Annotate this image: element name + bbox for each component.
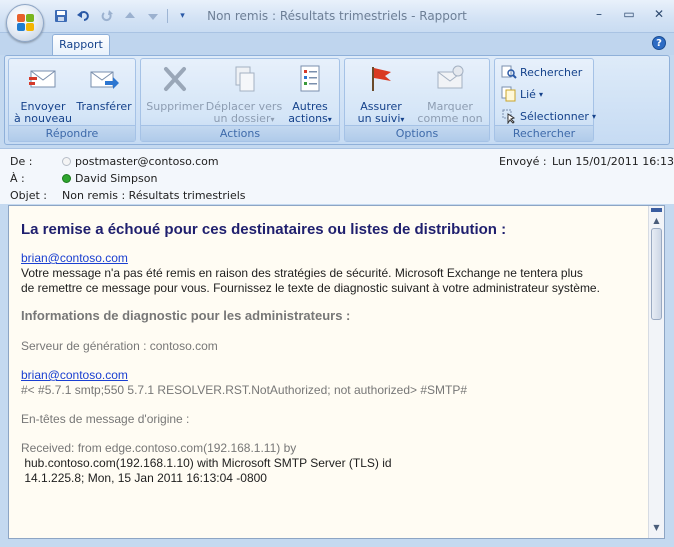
close-button[interactable]: ✕ — [650, 6, 668, 22]
message-content: La remise a échoué pour ces destinataire… — [21, 214, 641, 486]
diagnostic-code: #< #5.7.1 smtp;550 5.7.1 RESOLVER.RST.No… — [21, 383, 468, 397]
select-button[interactable]: Sélectionner ▾ — [501, 106, 596, 126]
scroll-up-icon[interactable]: ▲ — [649, 213, 664, 228]
sent-value: Lun 15/01/2011 16:13 — [552, 155, 674, 168]
subject-value: Non remis : Résultats trimestriels — [62, 189, 246, 202]
explanation-line-2: de remettre ce message pour vous. Fourni… — [21, 281, 600, 295]
received-line-3: 14.1.225.8; Mon, 15 Jan 2011 16:13:04 -0… — [21, 471, 267, 485]
group-rechercher: Rechercher Lié ▾ Sélectionner ▾ Recherch… — [494, 58, 596, 142]
original-headers-label: En-têtes de message d'origine : — [21, 412, 190, 426]
recipient-link[interactable]: brian@contoso.com — [21, 251, 641, 266]
ribbon: Envoyer à nouveau Transférer Répondre Su… — [4, 55, 670, 145]
follow-up-flag-icon — [372, 67, 391, 91]
window-bottom-edge — [0, 540, 674, 547]
restore-button[interactable]: ▭ — [620, 6, 638, 22]
diagnostic-heading: Informations de diagnostic pour les admi… — [21, 308, 351, 323]
other-actions-button[interactable]: Autres actions▾ — [283, 63, 337, 127]
related-caret: ▾ — [538, 89, 543, 99]
diagnostic-recipient-link[interactable]: brian@contoso.com — [21, 368, 641, 383]
explanation-line-1: Votre message n'a pas été remis en raiso… — [21, 266, 583, 280]
find-icon — [501, 65, 517, 79]
resend-button[interactable]: Envoyer à nouveau — [13, 63, 73, 127]
window-title: Non remis : Résultats trimestriels - Rap… — [207, 9, 467, 23]
forward-button[interactable]: Transférer — [75, 63, 133, 127]
help-icon[interactable]: ? — [652, 36, 666, 50]
related-button[interactable]: Lié ▾ — [501, 84, 543, 104]
other-actions-icon — [300, 65, 320, 92]
from-value: postmaster@contoso.com — [75, 155, 219, 168]
ndr-heading: La remise a échoué pour ces destinataire… — [21, 221, 507, 238]
sent-label: Envoyé : — [499, 155, 547, 168]
find-label: Rechercher — [520, 65, 583, 79]
to-field[interactable]: David Simpson — [62, 172, 157, 185]
delete-button[interactable]: Supprimer — [145, 63, 205, 127]
group-label-options: Options — [345, 125, 489, 141]
tab-rapport[interactable]: Rapport — [52, 34, 110, 56]
scroll-thumb[interactable] — [651, 228, 662, 320]
scroll-down-icon[interactable]: ▼ — [649, 520, 664, 535]
mark-unread-icon — [437, 65, 464, 89]
group-label-rechercher: Rechercher — [495, 125, 593, 141]
find-button[interactable]: Rechercher — [501, 62, 582, 82]
message-header: De : postmaster@contoso.com À : David Si… — [0, 148, 674, 204]
move-to-folder-button[interactable]: Déplacer vers un dossier▾ — [205, 63, 283, 127]
message-body[interactable]: La remise a échoué pour ces destinataire… — [8, 205, 665, 539]
ribbon-tab-row: Rapport ? — [0, 33, 674, 56]
minimize-button[interactable]: – — [590, 6, 608, 22]
group-actions: Supprimer Déplacer vers un dossier▾ Autr… — [140, 58, 340, 142]
mark-unread-button[interactable]: Marquer comme non lu — [413, 63, 487, 137]
forward-icon — [90, 71, 119, 89]
select-caret: ▾ — [591, 111, 596, 121]
to-value: David Simpson — [75, 172, 158, 185]
group-label-actions: Actions — [141, 125, 339, 141]
forward-label: Transférer — [76, 100, 132, 113]
related-label: Lié — [520, 87, 536, 101]
presence-unknown-icon — [62, 157, 71, 166]
office-logo-icon — [17, 14, 35, 32]
scroll-top-marker — [651, 208, 662, 212]
move-to-folder-icon — [235, 66, 255, 92]
window-controls: – ▭ ✕ — [590, 6, 668, 22]
group-label-repondre: Répondre — [9, 125, 135, 141]
vertical-scrollbar[interactable]: ▲ ▼ — [648, 206, 664, 538]
related-icon — [501, 86, 516, 102]
to-label: À : — [10, 172, 25, 185]
from-label: De : — [10, 155, 33, 168]
received-line-2: hub.contoso.com(192.168.1.10) with Micro… — [21, 456, 392, 470]
presence-online-icon — [62, 174, 71, 183]
resend-label-2: à nouveau — [14, 112, 72, 125]
title-bar: ▾ Non remis : Résultats trimestriels - R… — [0, 0, 674, 42]
from-field[interactable]: postmaster@contoso.com — [62, 155, 219, 168]
select-icon — [502, 109, 516, 124]
subject-label: Objet : — [10, 189, 47, 202]
group-options: Assurer un suivi▾ Marquer comme non lu O… — [344, 58, 490, 142]
generating-server: Serveur de génération : contoso.com — [21, 339, 218, 353]
received-line-1: Received: from edge.contoso.com(192.168.… — [21, 441, 297, 455]
delete-label: Supprimer — [146, 100, 204, 113]
select-label: Sélectionner — [520, 109, 589, 123]
follow-up-button[interactable]: Assurer un suivi▾ — [351, 63, 411, 127]
office-button[interactable] — [6, 4, 44, 42]
delete-icon — [164, 67, 186, 91]
resend-icon — [29, 70, 56, 88]
group-repondre: Envoyer à nouveau Transférer Répondre — [8, 58, 136, 142]
